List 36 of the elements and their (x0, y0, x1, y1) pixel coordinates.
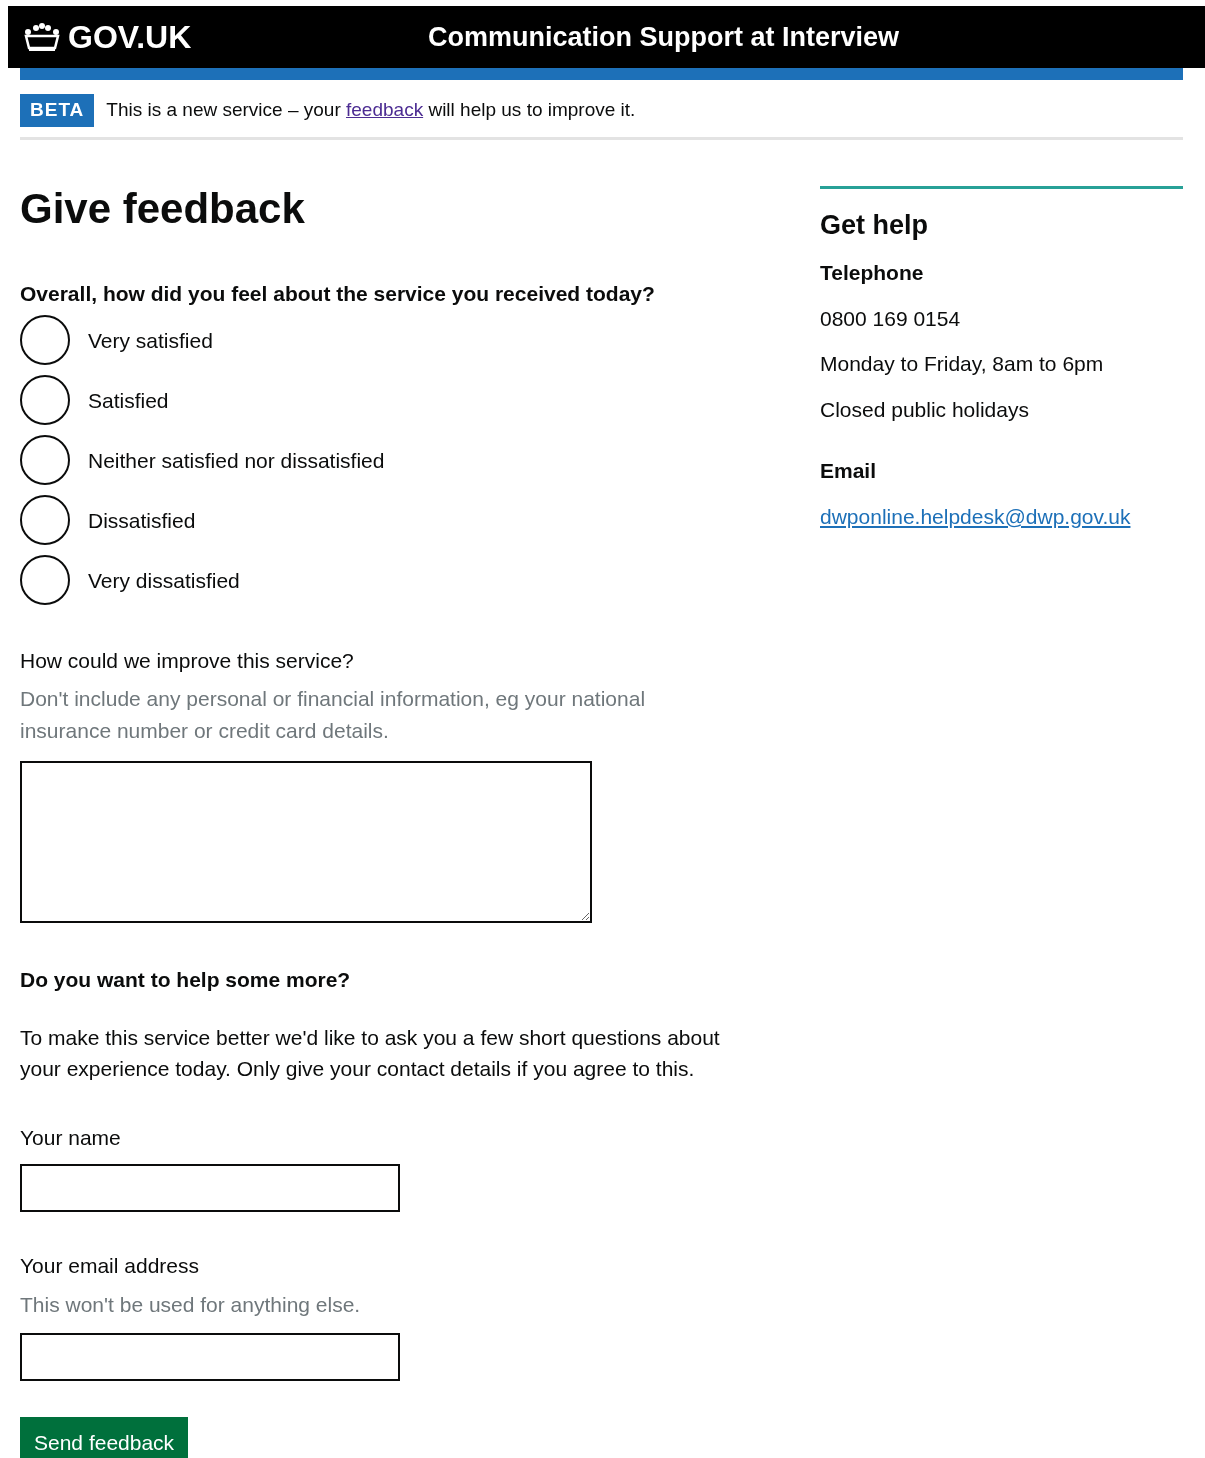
feedback-textarea[interactable] (20, 760, 592, 923)
contact-text: 0800 169 0154 (820, 305, 962, 332)
email-label: Email (820, 458, 878, 484)
telephone-label: Telephone (820, 260, 925, 286)
field-label: Your email address (20, 1252, 200, 1279)
email-link[interactable]: dwponline.helpdesk@dwp.gov.uk (820, 504, 1131, 528)
hint-text: Don't include any personal or financial information, eg your national insurance number or credit card details. (20, 685, 647, 744)
logo-link[interactable]: GOV.UK (68, 13, 192, 61)
send-feedback-button[interactable]: Send feedback (20, 1417, 189, 1458)
panel-heading: Get help (820, 208, 929, 242)
body-paragraph: To make this service better we'd like to ask you a few short questions about your experience today. Only give your contact details if you agree to this. (20, 1025, 721, 1083)
radio-button[interactable] (20, 495, 70, 546)
feedback-link[interactable]: feedback (346, 99, 424, 120)
option-label: Very dissatisfied (88, 567, 240, 594)
email-field[interactable] (20, 1333, 400, 1382)
beta-tag: BETA (20, 94, 95, 127)
phase-banner-text: This is a new service – your feedback will help us to improve it. (106, 98, 636, 122)
section-heading: Do you want to help some more? (20, 966, 352, 993)
option-label: Very satisfied (88, 327, 213, 354)
hint-text: This won't be used for anything else. (20, 1292, 362, 1319)
field-label: How could we improve this service? (20, 648, 355, 675)
radio-button[interactable] (20, 555, 70, 606)
page-title: Give feedback (20, 183, 306, 234)
contact-text: Closed public holidays (820, 396, 1030, 423)
option-label: Neither satisfied nor dissatisfied (88, 447, 385, 474)
field-label: Your name (20, 1125, 122, 1152)
crown-icon (22, 22, 62, 52)
question-label: Overall, how did you feel about the service you received today? (20, 280, 656, 307)
option-label: Dissatisfied (88, 507, 196, 534)
name-field[interactable] (20, 1163, 400, 1212)
radio-button[interactable] (20, 315, 70, 366)
contact-text: Monday to Friday, 8am to 6pm (820, 351, 1105, 377)
radio-button[interactable] (20, 435, 70, 486)
service-name: Communication Support at Interview (428, 20, 900, 54)
radio-button[interactable] (20, 375, 70, 426)
option-label: Satisfied (88, 387, 169, 414)
